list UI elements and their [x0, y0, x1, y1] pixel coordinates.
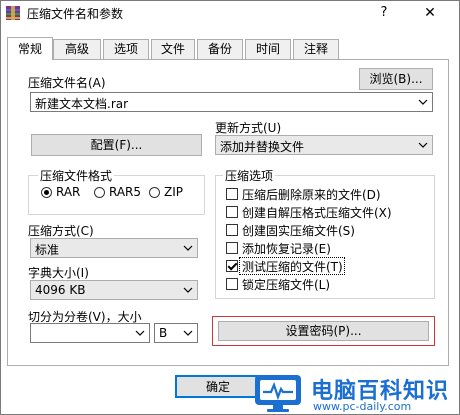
chevron-down-icon[interactable]	[417, 139, 429, 151]
dictionary-combo[interactable]: 4096 KB	[30, 280, 198, 300]
recovery-record-checkbox[interactable]	[226, 242, 238, 254]
monitor-logo-icon	[255, 375, 301, 412]
help-button[interactable]: ?	[369, 3, 399, 23]
split-size-combo[interactable]	[30, 323, 150, 343]
radio-zip-label[interactable]: ZIP	[164, 185, 183, 199]
window-title: 压缩文件名和参数	[27, 7, 124, 21]
sfx-checkbox[interactable]	[226, 206, 238, 218]
lock-archive-checkbox[interactable]	[226, 278, 238, 290]
method-combo[interactable]: 标准	[30, 238, 198, 258]
winrar-app-icon	[6, 6, 20, 20]
tab-options[interactable]: 选项	[103, 39, 149, 59]
test-files-label[interactable]: 测试压缩的文件(T)	[242, 258, 343, 275]
ok-button[interactable]: 确定	[175, 375, 261, 398]
dialog-window: 压缩文件名和参数 ? ✕ 常规 高级 选项 文件 备份 时间 注释 压缩文件名(…	[0, 0, 460, 415]
method-value: 标准	[35, 243, 60, 257]
radio-rar-label[interactable]: RAR	[56, 185, 80, 199]
title-bar: 压缩文件名和参数 ? ✕	[1, 1, 459, 25]
chevron-down-icon[interactable]	[182, 242, 194, 254]
chevron-down-icon[interactable]	[134, 327, 146, 339]
archive-name-value: 新建文本文档.rar	[35, 97, 129, 111]
update-mode-value: 添加并替换文件	[220, 140, 305, 154]
archive-name-label: 压缩文件名(A)	[28, 76, 106, 90]
format-group-title: 压缩文件格式	[38, 167, 115, 184]
tab-backup[interactable]: 备份	[197, 39, 243, 59]
tab-advanced[interactable]: 高级	[53, 39, 101, 59]
lock-archive-label[interactable]: 锁定压缩文件(L)	[242, 276, 330, 293]
solid-checkbox[interactable]	[226, 224, 238, 236]
delete-after-checkbox[interactable]	[226, 188, 238, 200]
split-unit-value: B	[159, 326, 168, 340]
method-label: 压缩方式(C)	[28, 224, 94, 238]
radio-rar[interactable]	[41, 187, 52, 198]
test-files-checkbox[interactable]	[226, 260, 238, 272]
chevron-down-icon[interactable]	[182, 327, 194, 339]
tab-files[interactable]: 文件	[151, 39, 195, 59]
recovery-record-label[interactable]: 添加恢复记录(E)	[242, 240, 331, 257]
update-mode-combo[interactable]: 添加并替换文件	[215, 135, 433, 155]
tab-general[interactable]: 常规	[7, 37, 53, 60]
solid-label[interactable]: 创建固实压缩文件(S)	[242, 222, 355, 239]
browse-button[interactable]: 浏览(B)...	[359, 68, 433, 90]
watermark-url: www.pc-daily.com	[313, 400, 412, 413]
tab-time[interactable]: 时间	[245, 39, 291, 59]
set-password-button[interactable]: 设置密码(P)...	[218, 321, 429, 341]
profiles-button[interactable]: 配置(F)...	[31, 134, 202, 156]
close-button[interactable]: ✕	[415, 3, 445, 23]
split-unit-combo[interactable]: B	[154, 323, 198, 343]
radio-rar5[interactable]	[94, 187, 105, 198]
archive-name-combo[interactable]: 新建文本文档.rar	[30, 92, 433, 112]
radio-rar5-label[interactable]: RAR5	[109, 185, 141, 199]
general-panel: 压缩文件名(A) 浏览(B)... 新建文本文档.rar 更新方式(U) 配置(…	[7, 59, 449, 366]
radio-zip[interactable]	[149, 187, 160, 198]
dictionary-value: 4096 KB	[35, 283, 86, 297]
options-group-title: 压缩选项	[223, 167, 276, 184]
sfx-label[interactable]: 创建自解压格式压缩文件(X)	[242, 204, 392, 221]
update-mode-label: 更新方式(U)	[215, 121, 282, 135]
dictionary-label: 字典大小(I)	[28, 266, 89, 280]
tab-comment[interactable]: 注释	[293, 39, 339, 59]
delete-after-label[interactable]: 压缩后删除原来的文件(D)	[242, 186, 381, 203]
chevron-down-icon[interactable]	[182, 284, 194, 296]
chevron-down-icon[interactable]	[417, 96, 429, 108]
